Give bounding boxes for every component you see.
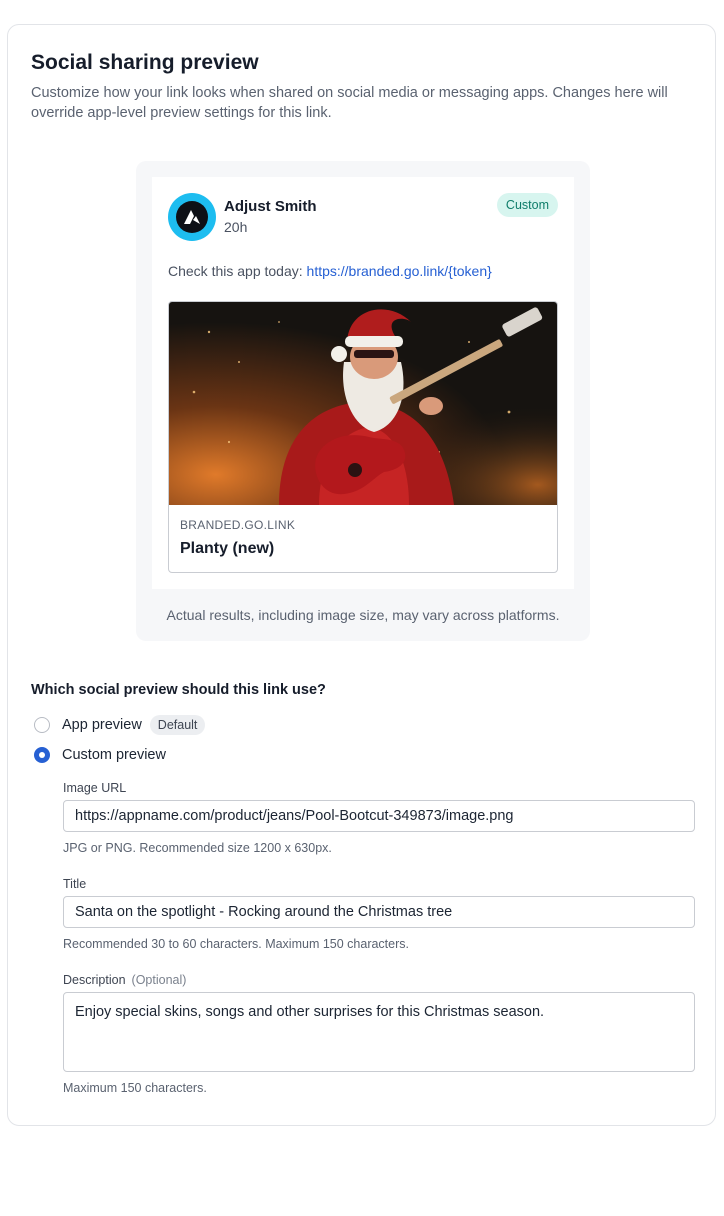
title-label: Title: [63, 877, 87, 891]
description-input[interactable]: Enjoy special skins, songs and other sur…: [63, 992, 695, 1072]
link-domain: BRANDED.GO.LINK: [180, 518, 296, 532]
post-time: 20h: [224, 219, 248, 235]
custom-badge: Custom: [496, 193, 558, 217]
preview-image: [169, 302, 557, 505]
option-custom-preview[interactable]: Custom preview: [34, 747, 166, 763]
app-preview-label[interactable]: App preview: [62, 717, 142, 733]
optional-tag: (Optional): [131, 973, 187, 987]
link-preview-card[interactable]: BRANDED.GO.LINK Planty (new): [168, 301, 558, 573]
section-description: Customize how your link looks when share…: [31, 85, 668, 121]
post-text: Check this app today: https://branded.go…: [168, 263, 492, 279]
image-url-input[interactable]: [63, 800, 695, 832]
post-author-name: Adjust Smith: [224, 198, 317, 215]
image-url-hint: JPG or PNG. Recommended size 1200 x 630p…: [63, 841, 332, 855]
custom-preview-label[interactable]: Custom preview: [62, 747, 166, 763]
link-title: Planty (new): [180, 540, 275, 557]
default-badge: Default: [149, 715, 206, 735]
preview-choice-question: Which social preview should this link us…: [31, 682, 326, 698]
option-app-preview[interactable]: App preview Default: [34, 715, 206, 735]
image-url-label: Image URL: [63, 781, 127, 795]
description-label-text: Description: [63, 973, 126, 987]
title-hint: Recommended 30 to 60 characters. Maximum…: [63, 937, 409, 951]
section-title: Social sharing preview: [31, 51, 259, 74]
title-input[interactable]: [63, 896, 695, 928]
social-post-preview: Adjust Smith 20h Custom Check this app t…: [152, 177, 574, 589]
social-preview-container: Adjust Smith 20h Custom Check this app t…: [136, 161, 590, 641]
app-preview-radio[interactable]: [34, 717, 50, 733]
social-sharing-card: Social sharing preview Customize how you…: [7, 24, 716, 1126]
post-text-label: Check this app today:: [168, 263, 307, 279]
avatar: [168, 193, 216, 241]
custom-preview-radio[interactable]: [34, 747, 50, 763]
description-label: Description (Optional): [63, 973, 186, 987]
preview-disclaimer: Actual results, including image size, ma…: [166, 607, 560, 623]
description-hint: Maximum 150 characters.: [63, 1081, 207, 1095]
post-link[interactable]: https://branded.go.link/{token}: [307, 263, 492, 279]
adjust-logo-icon: [176, 201, 208, 233]
